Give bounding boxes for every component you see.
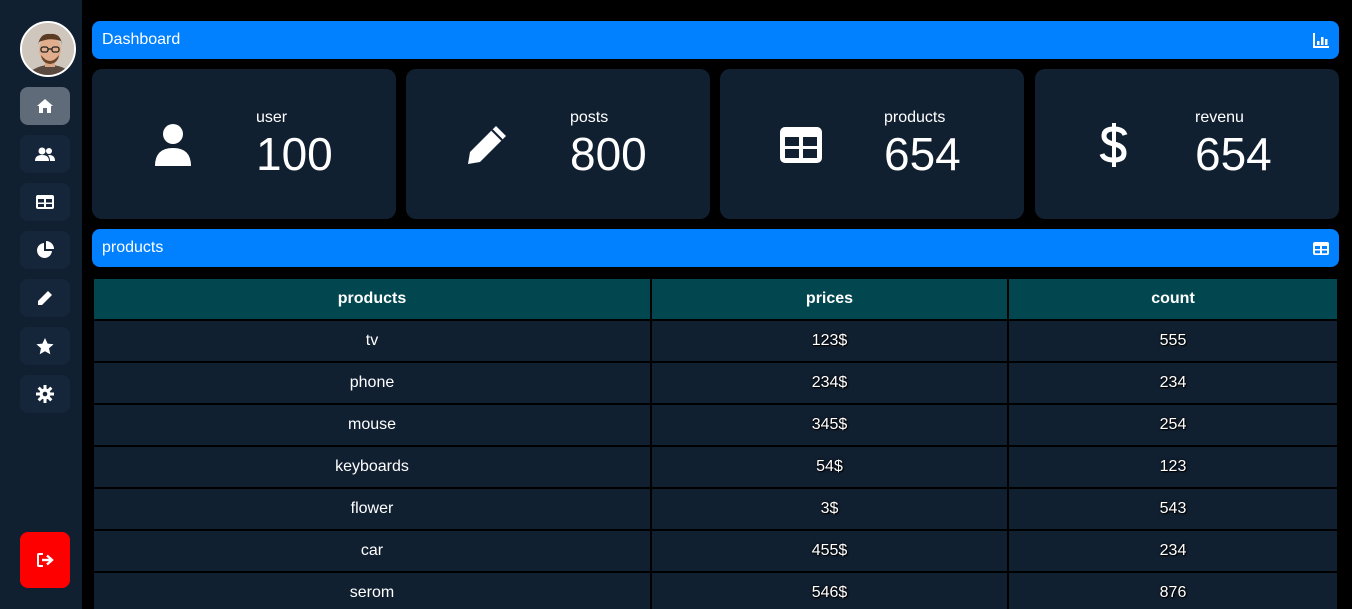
count-value: 234 (1159, 542, 1187, 559)
pie-chart-icon (37, 241, 54, 258)
stat-card-user: user 100 (92, 69, 396, 219)
sidebar-item-table[interactable] (20, 183, 70, 221)
product-cell: car (94, 531, 650, 571)
home-icon (37, 99, 53, 113)
count-cell: 555 (1009, 321, 1337, 361)
count-value: 555 (1159, 332, 1187, 349)
user-avatar[interactable] (20, 21, 76, 77)
stat-label: posts (570, 109, 609, 126)
table-row: keyboards 54$ 123 (94, 447, 1337, 487)
count-value: 876 (1159, 584, 1187, 601)
count-cell: 234 (1009, 363, 1337, 403)
sidebar-item-charts[interactable] (20, 231, 70, 269)
dollar-icon (1091, 122, 1137, 168)
users-icon (35, 147, 55, 161)
price-cell: 54$ (652, 447, 1007, 487)
products-table: products prices count tv 123$ 555 phone … (92, 277, 1339, 609)
count-cell: 876 (1009, 573, 1337, 609)
stat-label: user (256, 109, 288, 126)
dashboard-header: Dashboard (92, 21, 1339, 59)
table-icon (36, 195, 54, 209)
table-row: tv 123$ 555 (94, 321, 1337, 361)
gear-icon (36, 385, 54, 403)
star-icon (36, 337, 54, 354)
product-cell: flower (94, 489, 650, 529)
price-value: 455$ (811, 542, 848, 559)
column-header-count[interactable]: count (1009, 279, 1337, 319)
price-value: 546$ (811, 584, 848, 601)
column-header-prices[interactable]: prices (652, 279, 1007, 319)
product-cell: keyboards (94, 447, 650, 487)
column-header-products[interactable]: products (94, 279, 650, 319)
product-cell: tv (94, 321, 650, 361)
stat-label: revenu (1195, 109, 1244, 126)
products-header: products (92, 229, 1339, 267)
price-cell: 3$ (652, 489, 1007, 529)
stat-card-revenue: revenu 654 (1035, 69, 1339, 219)
logout-icon (36, 553, 54, 567)
stat-card-posts: posts 800 (406, 69, 710, 219)
price-cell: 123$ (652, 321, 1007, 361)
price-value: 123$ (811, 332, 848, 349)
pencil-icon (38, 291, 52, 305)
sidebar-item-favorites[interactable] (20, 327, 70, 365)
sidebar (0, 0, 82, 609)
user-icon (150, 122, 196, 168)
section-title: products (102, 239, 164, 256)
count-cell: 543 (1009, 489, 1337, 529)
stat-value: 800 (570, 128, 647, 180)
chart-bar-icon[interactable] (1313, 32, 1329, 48)
count-value: 543 (1159, 500, 1187, 517)
price-cell: 546$ (652, 573, 1007, 609)
price-value: 234$ (811, 374, 848, 391)
stat-label: products (884, 109, 946, 126)
sidebar-item-users[interactable] (20, 135, 70, 173)
price-cell: 345$ (652, 405, 1007, 445)
count-cell: 254 (1009, 405, 1337, 445)
price-cell: 234$ (652, 363, 1007, 403)
count-cell: 123 (1009, 447, 1337, 487)
table-row: flower 3$ 543 (94, 489, 1337, 529)
stat-value: 654 (884, 128, 961, 180)
sidebar-item-home[interactable] (20, 87, 70, 125)
price-cell: 455$ (652, 531, 1007, 571)
product-cell: mouse (94, 405, 650, 445)
count-value: 234 (1159, 374, 1187, 391)
pencil-icon (464, 122, 510, 168)
table-row: mouse 345$ 254 (94, 405, 1337, 445)
sidebar-item-edit[interactable] (20, 279, 70, 317)
table-header-row: products prices count (94, 279, 1337, 319)
table-icon[interactable] (1313, 241, 1329, 255)
page-title: Dashboard (102, 31, 181, 48)
table-row: phone 234$ 234 (94, 363, 1337, 403)
stat-card-products: products 654 (720, 69, 1024, 219)
count-value: 123 (1159, 458, 1187, 475)
price-value: 345$ (811, 416, 848, 433)
sidebar-item-settings[interactable] (20, 375, 70, 413)
product-cell: phone (94, 363, 650, 403)
table-icon (778, 122, 824, 168)
count-value: 254 (1159, 416, 1187, 433)
table-row: serom 546$ 876 (94, 573, 1337, 609)
count-cell: 234 (1009, 531, 1337, 571)
table-row: car 455$ 234 (94, 531, 1337, 571)
stat-value: 654 (1195, 128, 1272, 180)
price-value: 3$ (820, 500, 839, 517)
stat-value: 100 (256, 128, 333, 180)
product-cell: serom (94, 573, 650, 609)
price-value: 54$ (816, 458, 843, 475)
logout-button[interactable] (20, 532, 70, 588)
